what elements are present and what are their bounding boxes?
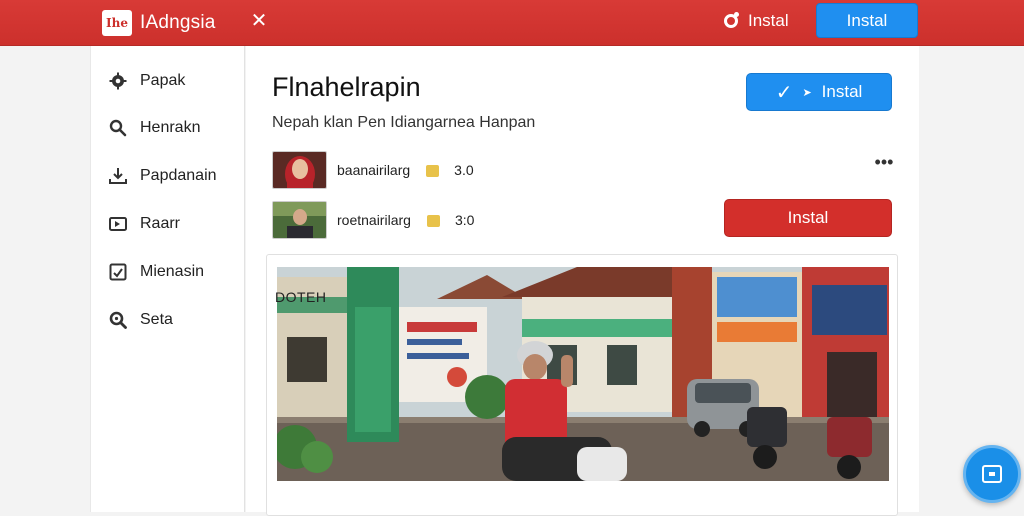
sidebar-item-raarr[interactable]: Raarr <box>109 212 180 236</box>
sidebar: Papak Henrakn Papdanain Raarr Mienasin S… <box>90 46 245 512</box>
rating-value: 3:0 <box>454 212 475 228</box>
sidebar-item-papak[interactable]: Papak <box>109 69 185 93</box>
sidebar-item-label: Seta <box>140 311 173 328</box>
lock-icon <box>426 215 440 227</box>
notification-icon <box>724 12 739 28</box>
sidebar-item-papdanain[interactable]: Papdanain <box>109 164 217 188</box>
brand-name: IAdngsia <box>140 12 216 33</box>
list-item[interactable]: roetnairilarg 3:0 <box>272 200 474 240</box>
chat-icon <box>982 465 1002 483</box>
media-card[interactable] <box>266 254 898 516</box>
top-bar: Ihe IAdngsia ✕ Instal Instal <box>0 0 1024 46</box>
box-icon <box>109 263 127 281</box>
more-options-icon[interactable]: ••• <box>874 153 894 173</box>
list-item-title: baanairilarg <box>337 162 411 178</box>
install-link[interactable]: Instal <box>724 10 789 32</box>
brand[interactable]: Ihe IAdngsia <box>102 9 216 37</box>
rating-value: 3.0 <box>454 162 474 178</box>
install-button-red[interactable]: Instal <box>724 199 892 237</box>
gear-icon <box>109 72 127 90</box>
sidebar-item-label: Henrakn <box>140 119 201 136</box>
chat-button[interactable] <box>963 445 1021 503</box>
street-photo <box>277 267 889 481</box>
download-icon <box>109 168 127 184</box>
brand-logo: Ihe <box>102 10 132 36</box>
install-button-top[interactable]: Instal <box>816 3 918 38</box>
install-button-label: Instal <box>821 82 863 101</box>
list-item-title: roetnairilarg <box>337 212 411 228</box>
sidebar-item-label: Mienasin <box>140 263 205 280</box>
avatar <box>272 201 327 239</box>
search-icon <box>109 119 127 137</box>
video-icon <box>109 217 127 231</box>
sidebar-item-label: Papak <box>140 72 186 89</box>
list-item[interactable]: baanairilarg 3.0 <box>272 150 474 190</box>
sidebar-item-mienasin[interactable]: Mienasin <box>109 260 204 284</box>
install-link-label: Instal <box>748 11 789 30</box>
card-footer-label: DOTEH <box>275 289 327 305</box>
avatar <box>272 151 327 189</box>
sidebar-item-henrakn[interactable]: Henrakn <box>109 116 200 140</box>
check-icon: ✓ <box>775 81 793 104</box>
close-icon[interactable]: ✕ <box>250 10 268 32</box>
arrow-icon: ➤ <box>802 86 812 99</box>
install-button[interactable]: ✓ ➤ Instal <box>746 73 892 111</box>
sidebar-item-seta[interactable]: Seta <box>109 308 173 332</box>
page-title: Flnahelrapin <box>272 72 421 102</box>
sidebar-item-label: Raarr <box>140 215 181 232</box>
page-subtitle: Nepah klan Pen Idiangarnea Hanpan <box>272 114 536 131</box>
lock-icon <box>426 165 440 177</box>
main-panel: Flnahelrapin Nepah klan Pen Idiangarnea … <box>246 46 919 516</box>
sidebar-item-label: Papdanain <box>140 167 217 184</box>
search-settings-icon <box>109 311 127 329</box>
